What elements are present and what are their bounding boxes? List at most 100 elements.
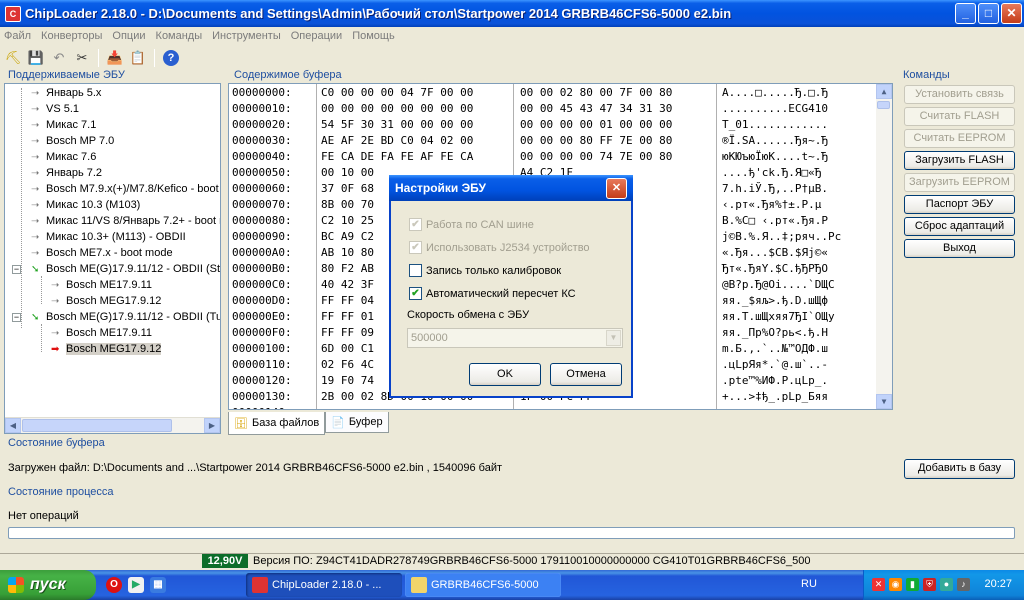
tray-network-icon[interactable]: ✕ [872,578,885,591]
load-flash-button[interactable]: Загрузить FLASH [904,151,1015,170]
scroll-down-icon[interactable]: ▼ [876,394,892,409]
add-to-database-button[interactable]: Добавить в базу [904,459,1015,479]
media-player-icon[interactable]: ▶ [128,577,144,593]
tree-item[interactable]: ➝ Микас 10.3 (M103) [31,197,140,213]
open-icon[interactable]: ⛏ [3,48,23,68]
hex-asc: «.Ђя...$СВ.$Яј©« [722,246,828,259]
tree-item[interactable]: ➝ Январь 7.2 [31,165,102,181]
undo-icon[interactable]: ↶ [49,48,69,68]
chip-icon: ➝ [31,136,40,147]
tree-item[interactable]: ➝ Январь 5.х [31,85,101,101]
scroll-thumb[interactable] [22,419,172,432]
load-eeprom-button[interactable]: Загрузить EEPROM [904,173,1015,192]
tree-item[interactable]: ➝ Bosch MP 7.0 [31,133,114,149]
ok-button[interactable]: OK [469,363,541,386]
tree-item[interactable]: ➝ Микас 10.3+ (M113) - OBDII [31,229,186,245]
menu-options[interactable]: Опции [112,30,145,42]
hex-asc: T_01............ [722,118,828,131]
calibration-only-checkbox[interactable]: Запись только калибровок [409,264,561,277]
taskbar-item-folder[interactable]: GRBRB46CFS6-5000 [405,573,561,597]
read-flash-button[interactable]: Считать FLASH [904,107,1015,126]
hex-asc: m.Б.,.`..№™ОДФ.ш [722,342,828,355]
minimize-button[interactable]: _ [955,3,976,24]
tree-item[interactable]: ➝ Bosch ME17.9.11 [51,325,152,341]
start-button[interactable]: пуск [0,570,96,600]
ecu-passport-button[interactable]: Паспорт ЭБУ [904,195,1015,214]
hex-asc: .цLрЯя*.`@.ш`..- [722,358,828,371]
tab-file-database[interactable]: 🗄 База файлов [228,412,326,435]
opera-icon[interactable]: O [106,577,122,593]
help-icon[interactable]: ? [161,48,181,68]
hex-addr: 00000120: [232,374,292,387]
menu-file[interactable]: Файл [4,30,31,42]
taskbar-item-chiploader[interactable]: ChipLoader 2.18.0 - ... [246,573,402,597]
ecu-tree[interactable]: ➝ Январь 5.х ➝ VS 5.1 ➝ Микас 7.1 ➝ Bosch MP… [4,83,221,434]
exit-button[interactable]: Выход [904,239,1015,258]
tree-horizontal-scrollbar[interactable]: ◀ ▶ [5,417,220,433]
hex-b1: FF FF 01 [321,310,374,323]
can-bus-checkbox[interactable]: ✔ Работа по CAN шине [409,218,534,231]
tree-item[interactable]: ➝ Bosch MEG17.9.12 [51,293,161,309]
commands-group-title: Команды [903,69,950,81]
hex-asc: .pte™%ИФ.Р.цLр_. [722,374,828,387]
reset-adaptations-button[interactable]: Сброс адаптаций [904,217,1015,236]
hex-b1: C0 00 00 00 04 7F 00 00 [321,86,474,99]
compare-icon[interactable]: 📋 [128,48,148,68]
hex-addr: 00000050: [232,166,292,179]
hex-asc: ‹.pт«.Ђя%†±.Р.µ [722,198,822,211]
scroll-up-icon[interactable]: ▲ [876,84,892,99]
scroll-left-icon[interactable]: ◀ [5,418,21,433]
hex-b1: 54 5F 30 31 00 00 00 00 [321,118,474,131]
maximize-button[interactable]: □ [978,3,999,24]
checkmark-icon: ✔ [409,287,422,300]
chevron-down-icon[interactable]: ▼ [606,330,621,346]
tray-antivirus-icon[interactable]: ⛨ [923,578,936,591]
tree-item[interactable]: ➝Микас 11/VS 8/Январь 7.2+ - boot mode [31,213,220,229]
menu-commands[interactable]: Команды [156,30,203,42]
auto-checksum-checkbox[interactable]: ✔ Автоматический пересчет КС [409,287,576,300]
hex-asc: ј©В.%.Я..‡;ряч..Рс [722,230,842,243]
speed-select[interactable]: 500000 ▼ [407,328,623,348]
app-icon[interactable]: C [5,5,21,22]
tray-sound-icon[interactable]: ◉ [889,578,902,591]
buffer-status-text: Загружен файл: D:\Documents and ...\Star… [8,462,503,474]
menu-tools[interactable]: Инструменты [212,30,281,42]
tray-volume-icon[interactable]: ♪ [957,578,970,591]
tree-item[interactable]: ➝ Bosch ME7.x - boot mode [31,245,173,261]
tree-item[interactable]: ➝ Микас 7.6 [31,149,96,165]
hex-b1: 19 F0 74 [321,374,374,387]
red-arrow-icon: ➡ [51,344,60,355]
tab-buffer[interactable]: 📄 Буфер [325,412,389,433]
tree-item[interactable]: ➝ VS 5.1 [31,101,79,117]
tree-item[interactable]: ➘Bosch ME(G)17.9.11/12 - OBDII (Tuning) [31,309,220,325]
language-indicator[interactable]: RU [801,578,817,590]
read-eeprom-button[interactable]: Считать EEPROM [904,129,1015,148]
connect-button[interactable]: Установить связь [904,85,1015,104]
import-icon[interactable]: 📥 [105,48,125,68]
tree-collapse-toggle[interactable]: − [12,313,21,322]
cut-icon[interactable]: ✂ [72,48,92,68]
tree-item[interactable]: ➝ Микас 7.1 [31,117,96,133]
menu-converters[interactable]: Конверторы [41,30,102,42]
tray-device-icon[interactable]: ● [940,578,953,591]
menu-help[interactable]: Помощь [352,30,395,42]
dialog-close-button[interactable]: ✕ [606,178,627,199]
tree-item-selected[interactable]: ➡ Bosch MEG17.9.12 [51,341,162,357]
scroll-right-icon[interactable]: ▶ [204,418,220,433]
tree-item[interactable]: ➝Bosch M7.9.x(+)/M7.8/Kefico - boot mode [31,181,220,197]
hex-b2: 00 00 45 43 47 34 31 30 [520,102,673,115]
close-button[interactable]: ✕ [1001,3,1022,24]
tree-item[interactable]: ➝ Bosch ME17.9.11 [51,277,152,293]
hex-addr: 00000010: [232,102,292,115]
cancel-button[interactable]: Отмена [550,363,622,386]
hex-vertical-scrollbar[interactable]: ▲ ▼ [876,84,892,409]
save-icon[interactable]: 💾 [26,48,46,68]
scroll-thumb[interactable] [877,101,890,109]
tree-collapse-toggle[interactable]: − [12,265,21,274]
ecu-group-title: Поддерживаемые ЭБУ [8,69,125,81]
tree-item[interactable]: ➘Bosch ME(G)17.9.11/12 - OBDII (Stock) [31,261,220,277]
tray-usb-icon[interactable]: ▮ [906,578,919,591]
desktop-icon[interactable]: ▦ [150,577,166,593]
menu-operations[interactable]: Операции [291,30,342,42]
j2534-checkbox[interactable]: ✔ Использовать J2534 устройство [409,241,590,254]
